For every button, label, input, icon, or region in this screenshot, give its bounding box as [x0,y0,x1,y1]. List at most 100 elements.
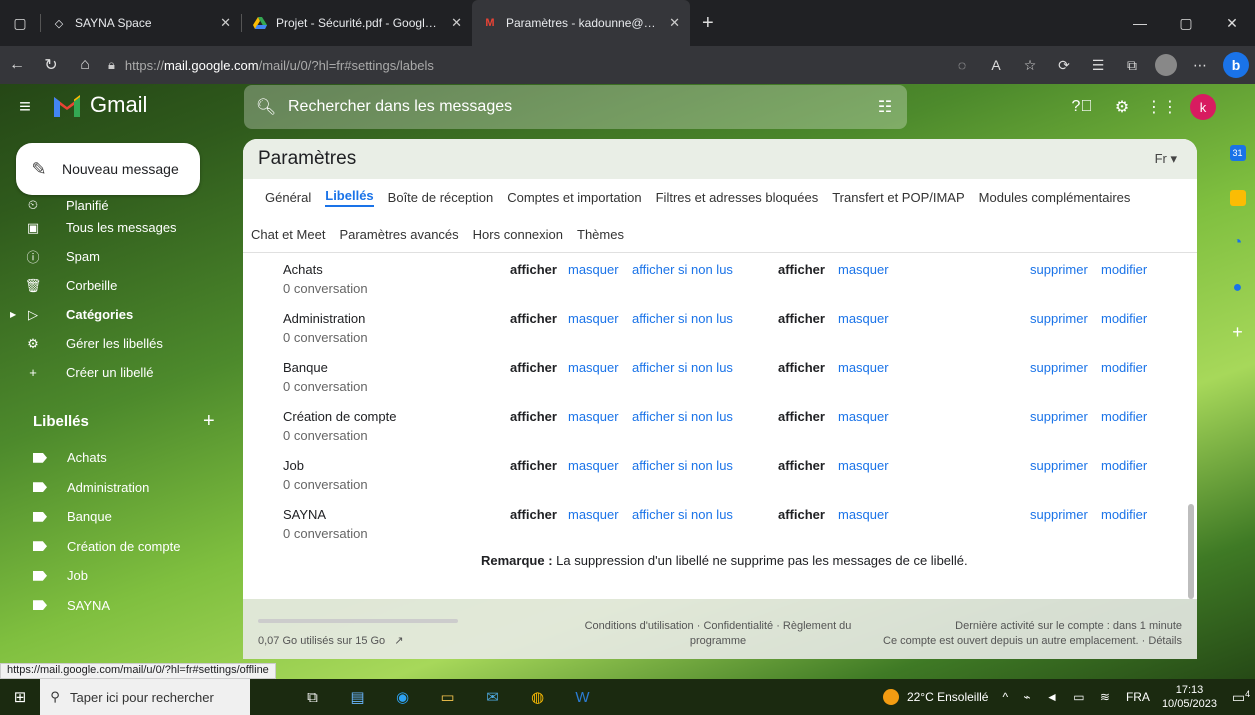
sidebar-item-spam[interactable]: ⓘ Spam [0,242,240,271]
more-icon[interactable]: ⋯ [1183,57,1217,74]
hide-in-messages-link[interactable]: masquer [838,262,889,277]
favorites-icon[interactable]: ☰ [1081,57,1115,74]
external-link-icon[interactable]: ↗ [394,635,403,647]
calendar-app[interactable]: 31 [1220,130,1255,175]
chrome-icon[interactable]: ◍ [515,679,560,715]
read-aloud-icon[interactable]: A [979,57,1013,73]
edit-label-link[interactable]: modifier [1101,458,1147,473]
hide-in-list-link[interactable]: masquer [568,458,619,473]
storage-usage[interactable]: 0,07 Go utilisés sur 15 Go ↗ [258,634,403,647]
sidebar-item-manage-labels[interactable]: ⚙ Gérer les libellés [0,329,240,358]
taskbar-search[interactable]: ⚲ [40,679,250,715]
task-view-icon[interactable]: ⧉ [290,679,335,715]
gmail-logo[interactable]: Gmail [52,92,147,118]
restore-icon[interactable]: ▢ [1163,0,1209,46]
hide-in-list-link[interactable]: masquer [568,262,619,277]
close-window-icon[interactable]: ✕ [1209,0,1255,46]
edit-label-link[interactable]: modifier [1101,360,1147,375]
delete-label-link[interactable]: supprimer [1030,507,1088,522]
tab-labels[interactable]: Libellés [325,188,374,207]
refresh-icon[interactable]: ↻ [34,48,68,82]
sidebar-label-administration[interactable]: Administration [0,473,240,503]
account-avatar[interactable]: k [1190,94,1216,120]
sidebar-item-trash[interactable]: 🗑︎ Corbeille [0,271,240,300]
tab-themes[interactable]: Thèmes [577,227,624,242]
expand-caret-icon[interactable]: ▶ [10,310,16,319]
tray-icons[interactable]: ^ ⌁ ◄ ▭ ≋ [1002,690,1115,704]
sidebar-item-all-mail[interactable]: ▣ Tous les messages [0,213,240,242]
back-icon[interactable]: ← [0,48,34,82]
extensions-icon[interactable]: ⟳ [1047,57,1081,74]
weather-text[interactable]: 22°C Ensoleillé [907,690,989,704]
tab-advanced[interactable]: Paramètres avancés [339,227,458,242]
input-language[interactable]: FRA [1126,690,1150,704]
show-if-unread-link[interactable]: afficher si non lus [632,458,733,473]
minimize-icon[interactable]: — [1117,0,1163,46]
search-input[interactable] [288,98,863,116]
hide-in-list-link[interactable]: masquer [568,360,619,375]
keep-app[interactable] [1220,175,1255,220]
notifications-icon[interactable]: ▭ 4 [1227,689,1255,706]
sidebar-label-job[interactable]: Job [0,561,240,591]
browser-tab-sayna[interactable]: ◇ SAYNA Space ✕ [41,0,241,46]
delete-label-link[interactable]: supprimer [1030,262,1088,277]
tab-forwarding[interactable]: Transfert et POP/IMAP [832,190,964,205]
browser-tab-drive[interactable]: Projet - Sécurité.pdf - Google Dr ✕ [242,0,472,46]
scrollbar-thumb[interactable] [1188,504,1194,599]
edge-icon[interactable]: ◉ [380,679,425,715]
get-addons-app[interactable]: + [1220,310,1255,355]
show-if-unread-link[interactable]: afficher si non lus [632,409,733,424]
sidebar-label-creation-compte[interactable]: Création de compte [0,532,240,562]
close-icon[interactable]: ✕ [451,15,462,31]
tab-actions-icon[interactable]: ▢ [0,0,40,46]
menu-icon[interactable]: ≡ [12,94,38,120]
favorite-star-icon[interactable]: ☆ [1013,57,1047,74]
show-if-unread-link[interactable]: afficher si non lus [632,507,733,522]
activity-line2[interactable]: Ce compte est ouvert depuis un autre emp… [883,634,1182,649]
taskbar-search-input[interactable] [70,689,230,705]
sidebar-item-create-label[interactable]: + Créer un libellé [0,358,240,387]
word-icon[interactable]: W [560,679,605,715]
terms-line1[interactable]: Conditions d'utilisation · Confidentiali… [573,619,863,634]
hide-in-list-link[interactable]: masquer [568,507,619,522]
sidebar-item-scheduled[interactable]: ⏲ Planifié [0,195,240,213]
compose-button[interactable]: ✎ Nouveau message [16,143,200,195]
home-icon[interactable]: ⌂ [68,48,102,82]
add-label-icon[interactable]: + [203,410,215,433]
edit-label-link[interactable]: modifier [1101,409,1147,424]
tab-offline[interactable]: Hors connexion [473,227,563,242]
tab-chat-meet[interactable]: Chat et Meet [251,227,325,242]
profile-avatar[interactable] [1155,54,1177,76]
edit-label-link[interactable]: modifier [1101,262,1147,277]
hide-in-messages-link[interactable]: masquer [838,311,889,326]
browser-tab-gmail[interactable]: M Paramètres - kadounne@gmail.c ✕ [472,0,690,46]
settings-gear-icon[interactable]: ⚙ [1102,90,1142,124]
windows-start-icon[interactable]: ⊞ [0,688,40,706]
hide-in-messages-link[interactable]: masquer [838,458,889,473]
filter-options-icon[interactable]: ☷ [863,97,907,117]
search-icon[interactable]: 🔍︎ [244,97,288,117]
tasks-app[interactable]: ◔ [1220,220,1255,265]
tab-addons[interactable]: Modules complémentaires [979,190,1131,205]
new-tab-icon[interactable]: + [690,12,726,35]
taskbar-clock[interactable]: 17:13 10/05/2023 [1162,683,1217,711]
bing-icon[interactable]: b [1223,52,1249,78]
tab-inbox[interactable]: Boîte de réception [388,190,494,205]
contacts-app[interactable]: ● [1220,265,1255,310]
delete-label-link[interactable]: supprimer [1030,458,1088,473]
terms-line2[interactable]: programme [573,634,863,649]
help-icon[interactable]: ?⃝ [1062,90,1102,124]
edit-label-link[interactable]: modifier [1101,507,1147,522]
delete-label-link[interactable]: supprimer [1030,311,1088,326]
sidebar-label-banque[interactable]: Banque [0,502,240,532]
input-language-selector[interactable]: Fr ▾ [1155,151,1177,167]
tab-general[interactable]: Général [265,190,311,205]
sidebar-label-sayna[interactable]: SAYNA [0,591,240,621]
close-icon[interactable]: ✕ [669,15,680,31]
show-if-unread-link[interactable]: afficher si non lus [632,311,733,326]
show-if-unread-link[interactable]: afficher si non lus [632,262,733,277]
sidebar-item-categories[interactable]: ▶ ▷ Catégories [0,300,240,329]
edit-label-link[interactable]: modifier [1101,311,1147,326]
store-icon[interactable]: ▤ [335,679,380,715]
show-if-unread-link[interactable]: afficher si non lus [632,360,733,375]
